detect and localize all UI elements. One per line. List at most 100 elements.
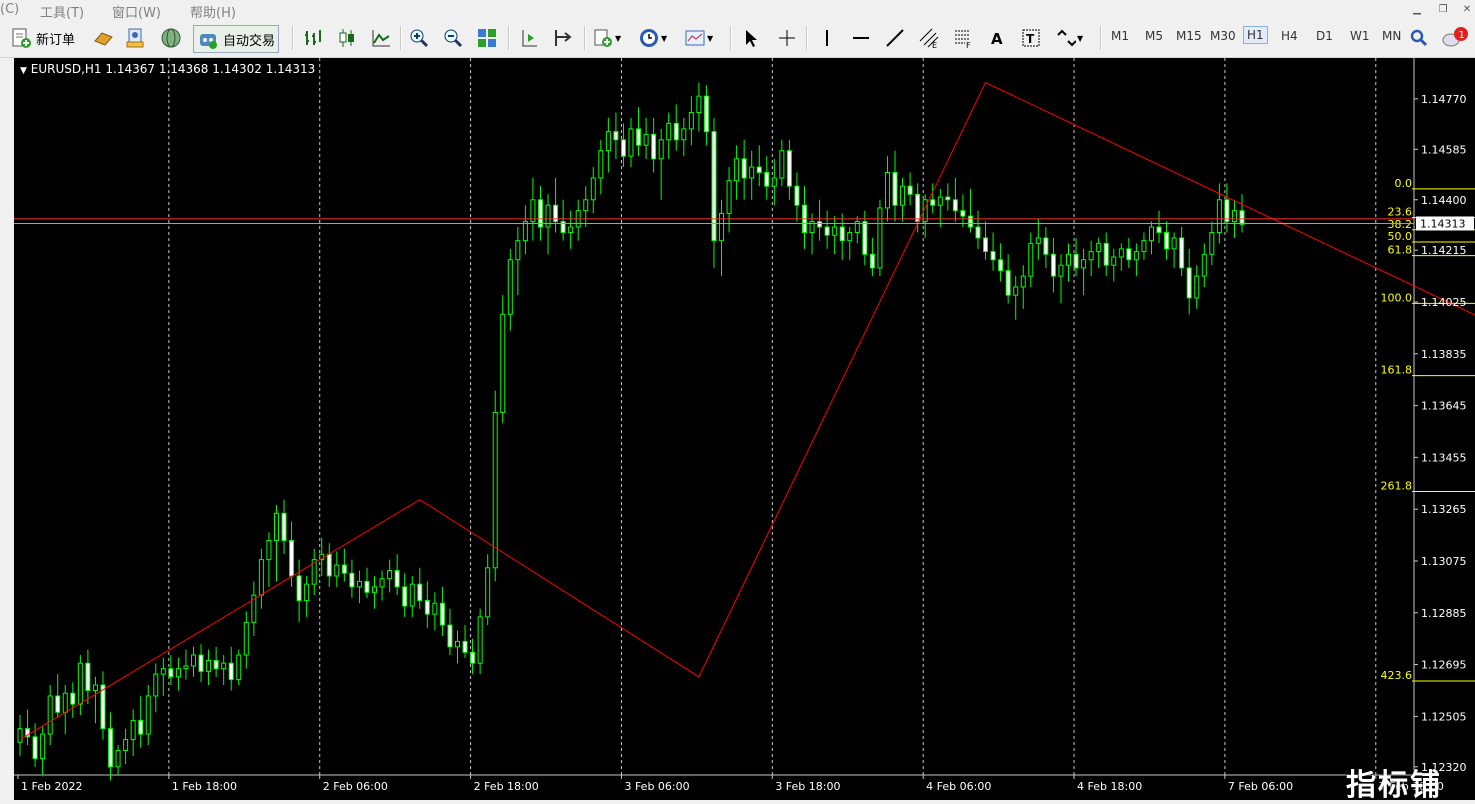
- candle-body: [198, 654, 204, 672]
- new-order-button[interactable]: 新订单: [10, 25, 75, 51]
- auto-scroll-button[interactable]: [552, 25, 574, 51]
- tile-windows-icon: [478, 29, 496, 47]
- timeframe-w1[interactable]: W1: [1350, 29, 1370, 43]
- fib-level-label: 161.8: [1381, 364, 1413, 377]
- price-chart[interactable]: 0.023.638.250.061.8100.0161.8261.8423.6 …: [14, 58, 1475, 800]
- text-icon: A: [991, 30, 1003, 48]
- collapse-triangle-icon[interactable]: ▼: [20, 66, 27, 76]
- candle-body: [975, 226, 981, 239]
- menu-item-help[interactable]: 帮助(H): [190, 2, 236, 21]
- watermark: 指标铺: [1346, 768, 1442, 803]
- notifications-button[interactable]: 1: [1440, 25, 1472, 51]
- tile-windows-button[interactable]: [476, 25, 498, 51]
- globe-icon: [161, 28, 181, 48]
- horizontal-line-button[interactable]: [850, 25, 872, 51]
- menu-item-tools[interactable]: 工具(T): [40, 2, 84, 21]
- candle-body: [372, 586, 378, 593]
- candle-body: [952, 199, 958, 212]
- timeframe-m30[interactable]: M30: [1210, 29, 1236, 43]
- svg-text:F: F: [966, 41, 971, 49]
- candle-body: [1126, 248, 1132, 261]
- timeframe-m5[interactable]: M5: [1145, 29, 1163, 43]
- crosshair-button[interactable]: [776, 25, 798, 51]
- timeframe-d1[interactable]: D1: [1316, 29, 1333, 43]
- svg-text:T: T: [1026, 32, 1035, 46]
- templates-button[interactable]: ▼: [684, 25, 713, 51]
- candle-body: [658, 139, 664, 160]
- price-tick-label: 1.14215: [1421, 244, 1467, 257]
- chart-shift-icon: [522, 30, 537, 47]
- data-window-button[interactable]: [124, 25, 146, 51]
- auto-trading-button[interactable]: 自动交易: [193, 25, 280, 53]
- text-tool-button[interactable]: A: [986, 25, 1008, 51]
- indicators-button[interactable]: ▼: [592, 25, 621, 51]
- menu-item-window[interactable]: 窗口(W): [112, 2, 161, 21]
- candle-body: [1111, 256, 1117, 266]
- candle-body: [945, 196, 951, 201]
- candle-body: [1043, 237, 1049, 255]
- chart-shift-button[interactable]: [518, 25, 540, 51]
- time-tick-label: 4 Feb 18:00: [1077, 780, 1142, 793]
- line-chart-button[interactable]: [370, 25, 392, 51]
- timeframe-h4[interactable]: H4: [1281, 29, 1298, 43]
- candle-body: [387, 570, 393, 580]
- candle-body: [1066, 253, 1072, 266]
- price-tick-label: 1.13455: [1421, 451, 1467, 464]
- candle-body: [666, 122, 672, 141]
- candle-body: [304, 583, 310, 602]
- timeframe-m15[interactable]: M15: [1176, 29, 1202, 43]
- candle-body: [206, 659, 212, 672]
- auto-trading-icon: [200, 34, 217, 49]
- candle-body: [470, 651, 476, 664]
- text-label-button[interactable]: T: [1020, 25, 1042, 51]
- vertical-line-button[interactable]: [816, 25, 838, 51]
- periods-button[interactable]: ▼: [638, 25, 667, 51]
- market-watch-button[interactable]: [92, 25, 114, 51]
- timeframe-mn[interactable]: MN: [1382, 29, 1401, 43]
- menu-item-charts[interactable]: (C): [0, 2, 19, 17]
- cursor-tool-button[interactable]: [740, 25, 762, 51]
- arrows-button[interactable]: ▼: [1054, 25, 1083, 51]
- candle-body: [364, 580, 370, 593]
- candle-body: [1164, 231, 1170, 250]
- trendline-button[interactable]: [884, 25, 906, 51]
- candle-body: [153, 673, 159, 697]
- zoom-out-button[interactable]: [442, 25, 464, 51]
- price-tick-label: 1.13645: [1421, 400, 1467, 413]
- candle-body: [507, 259, 513, 315]
- navigator-button[interactable]: [160, 25, 182, 51]
- timeframe-m1[interactable]: M1: [1111, 29, 1129, 43]
- candle-body: [688, 112, 694, 130]
- candle-body: [1081, 259, 1087, 269]
- auto-trading-label: 自动交易: [223, 33, 276, 49]
- crosshair-icon: [779, 30, 795, 46]
- search-button[interactable]: [1408, 25, 1430, 51]
- candlestick-button[interactable]: [336, 25, 358, 51]
- bar-chart-icon: [305, 30, 321, 45]
- fib-level-label: 261.8: [1381, 479, 1413, 492]
- close-icon[interactable]: ✕: [1460, 3, 1474, 16]
- minimize-icon[interactable]: ▁: [1410, 3, 1424, 16]
- candle-body: [1216, 199, 1222, 233]
- candle-body: [703, 95, 709, 133]
- restore-icon[interactable]: ❐: [1436, 3, 1450, 16]
- fibonacci-button[interactable]: F: [952, 25, 974, 51]
- candle-body: [402, 586, 408, 607]
- bar-chart-button[interactable]: [302, 25, 324, 51]
- candle-body: [1201, 253, 1207, 277]
- price-tick-label: 1.14585: [1421, 143, 1467, 156]
- equidistant-channel-button[interactable]: E: [918, 25, 940, 51]
- candle-body: [409, 583, 415, 607]
- zoom-in-button[interactable]: [408, 25, 430, 51]
- symbol-ohlc: EURUSD,H1 1.14367 1.14368 1.14302 1.1431…: [30, 62, 316, 76]
- fib-level-label: 50.0: [1388, 230, 1413, 243]
- candle-body: [1224, 199, 1230, 223]
- timeframe-h1[interactable]: H1: [1243, 26, 1268, 44]
- candle-body: [537, 199, 543, 228]
- chevron-down-icon: ▼: [661, 33, 668, 43]
- candle-body: [228, 662, 234, 681]
- candle-body: [243, 621, 249, 656]
- candle-body: [1020, 275, 1026, 288]
- candle-body: [32, 736, 38, 760]
- chart-window[interactable]: 0.0 23.6 38.2 50.0 61.8 100.0 161.8 261.8 423.6 …: [14, 58, 1475, 800]
